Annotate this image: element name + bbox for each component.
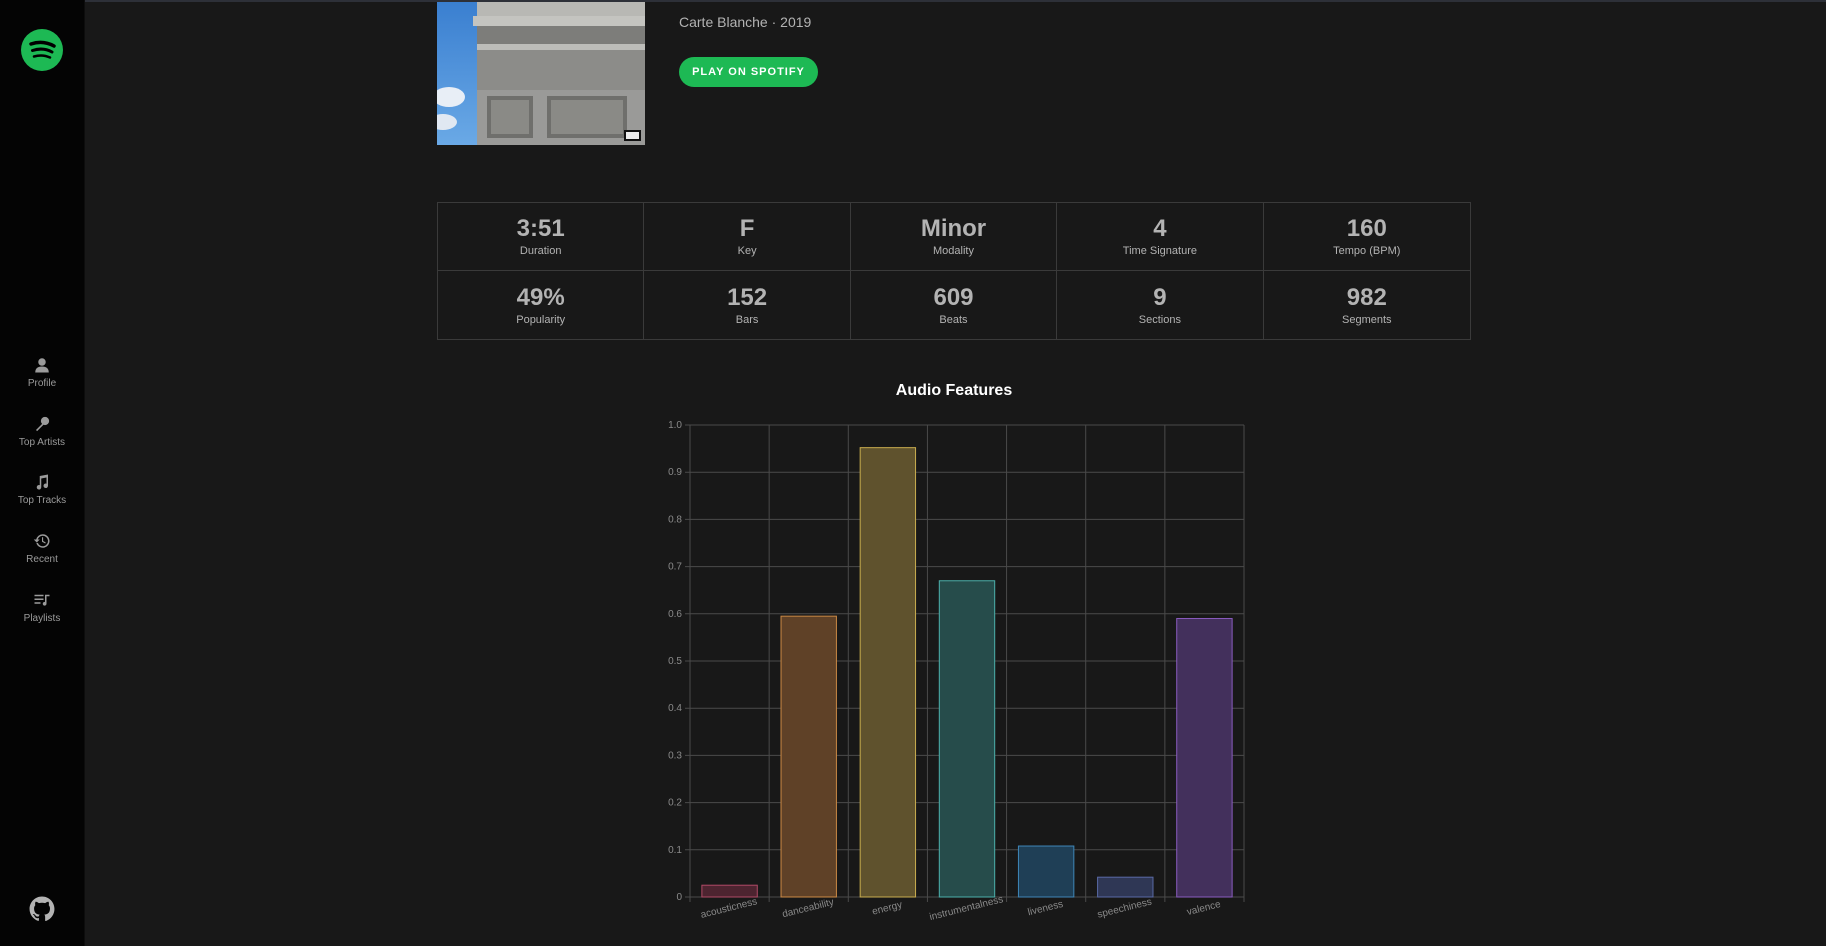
sidebar: Profile Top Artists Top Tracks Recent Pl… [0, 0, 85, 946]
stat-value: 9 [1153, 283, 1167, 311]
stat-sections: 9 Sections [1057, 271, 1264, 339]
stat-bars: 152 Bars [644, 271, 851, 339]
x-tick-label: danceability [781, 897, 835, 920]
stat-key: F Key [644, 203, 851, 271]
y-tick-label: 0.6 [668, 609, 682, 620]
stat-popularity: 49% Popularity [438, 271, 645, 339]
stat-modality: Minor Modality [850, 203, 1058, 271]
stat-label: Key [737, 245, 757, 257]
sidebar-item-label: Playlists [23, 612, 61, 624]
sidebar-item-top-tracks[interactable]: Top Tracks [0, 467, 84, 526]
bar-danceability [780, 615, 837, 898]
chart-title: Audio Features [895, 382, 1013, 399]
stat-label: Duration [519, 245, 562, 257]
stat-value: 982 [1346, 283, 1387, 311]
stat-label: Bars [735, 313, 759, 326]
stat-label: Popularity [516, 313, 566, 326]
playlist-icon [34, 594, 50, 606]
sidebar-item-recent[interactable]: Recent [0, 526, 84, 585]
stat-label: Segments [1342, 313, 1392, 326]
stat-label: Modality [933, 245, 974, 257]
stat-value: F [739, 215, 755, 242]
x-tick-label: acousticness [700, 896, 759, 921]
x-tick-label: speechiness [1096, 897, 1153, 921]
stat-value: 609 [933, 283, 974, 311]
stat-value: 3:51 [516, 215, 565, 242]
stat-label: Tempo (BPM) [1333, 245, 1401, 257]
stat-time-signature: 4 Time Signature [1057, 203, 1264, 271]
stat-value: 160 [1346, 215, 1387, 242]
stat-value: 49% [516, 283, 565, 311]
audio-features-chart: 0 0.1 0.2 0.3 0.4 0.5 0.6 0.7 0.8 0.9 1.0 acousticn… [668, 420, 1245, 923]
history-icon [33, 534, 50, 548]
stat-value: Minor [920, 215, 987, 242]
play-on-spotify-button[interactable]: PLAY ON SPOTIFY [679, 57, 818, 87]
sidebar-item-playlists[interactable]: Playlists [0, 585, 84, 644]
microphone-icon [36, 416, 50, 431]
y-tick-label: 0.1 [668, 845, 682, 856]
y-tick-label: 0.8 [668, 514, 682, 525]
track-stats-grid: 3:51 Duration F Key Minor Modality 4 Tim… [437, 202, 1471, 340]
bar-valence [1176, 618, 1233, 898]
x-tick-label: energy [871, 900, 903, 918]
sidebar-item-label: Top Artists [18, 436, 66, 448]
y-tick-label: 0.7 [668, 562, 682, 573]
y-tick-label: 0.3 [668, 750, 682, 761]
x-tick-label: valence [1186, 899, 1223, 918]
bar-energy [859, 447, 917, 898]
stat-duration: 3:51 Duration [438, 203, 645, 271]
y-tick-label: 0 [676, 892, 682, 903]
y-tick-label: 1.0 [668, 420, 682, 431]
bar-acousticness [701, 884, 758, 898]
github-icon[interactable] [29, 896, 55, 922]
album-art [437, 2, 645, 145]
spotify-logo-icon[interactable] [21, 29, 63, 71]
sidebar-item-label: Top Tracks [17, 495, 67, 507]
sidebar-item-label: Profile [27, 378, 57, 389]
user-icon [35, 358, 49, 373]
stat-value: 152 [727, 283, 768, 311]
x-tick-label: liveness [1027, 899, 1065, 918]
stat-label: Beats [939, 313, 968, 326]
y-tick-label: 0.9 [668, 467, 682, 478]
x-tick-label: instrumentalness [928, 894, 1004, 923]
sidebar-item-label: Recent [26, 554, 58, 566]
stat-value: 4 [1153, 215, 1167, 242]
stat-label: Time Signature [1122, 245, 1197, 257]
music-note-icon [36, 474, 49, 490]
album-meta: Carte Blanche · 2019 [679, 14, 812, 30]
stat-beats: 609 Beats [851, 271, 1058, 339]
sidebar-item-top-artists[interactable]: Top Artists [0, 409, 84, 468]
bar-speechiness [1097, 876, 1154, 898]
bar-liveness [1017, 845, 1075, 898]
bar-instrumentalness [938, 580, 996, 898]
sidebar-item-profile[interactable]: Profile [0, 350, 84, 409]
window-top-border [0, 0, 1826, 2]
stat-label: Sections [1138, 313, 1181, 326]
y-tick-label: 0.4 [668, 703, 682, 714]
stat-tempo: 160 Tempo (BPM) [1263, 203, 1470, 271]
y-tick-label: 0.2 [668, 798, 682, 809]
y-tick-label: 0.5 [668, 656, 682, 667]
stat-segments: 982 Segments [1264, 271, 1470, 339]
sidebar-nav: Profile Top Artists Top Tracks Recent Pl… [0, 350, 84, 643]
